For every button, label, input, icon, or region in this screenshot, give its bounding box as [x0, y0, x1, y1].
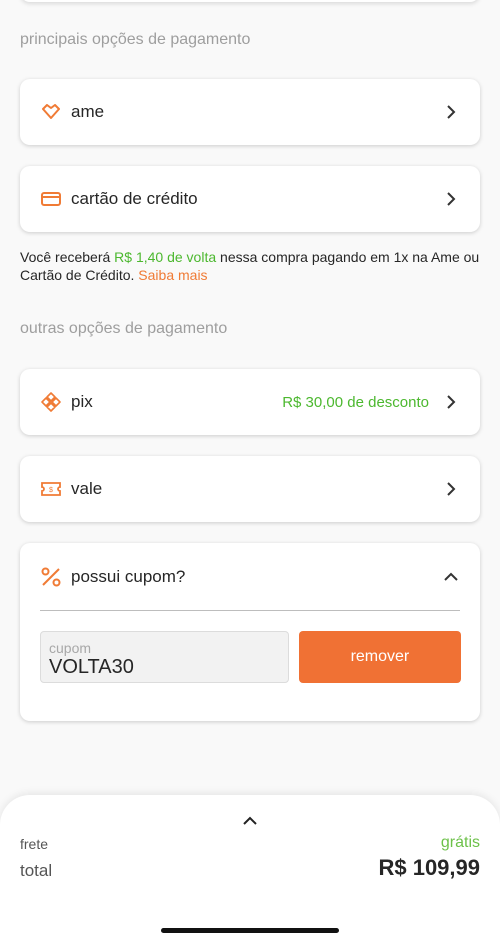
pix-icon	[40, 391, 62, 413]
voucher-icon: $	[40, 478, 62, 500]
order-summary-sheet: frete grátis total R$ 109,99	[0, 795, 500, 945]
coupon-input[interactable]	[49, 656, 280, 678]
payment-option-credit-card[interactable]: cartão de crédito	[20, 166, 480, 232]
shipping-value: grátis	[440, 834, 480, 851]
payment-option-pix[interactable]: pix R$ 30,00 de desconto	[20, 369, 480, 435]
credit-card-icon	[40, 188, 62, 210]
home-indicator	[161, 928, 339, 933]
percent-icon	[40, 566, 62, 588]
total-label: total	[20, 861, 53, 880]
coupon-field[interactable]: cupom	[40, 631, 289, 683]
other-options-title: outras opções de pagamento	[20, 320, 228, 337]
main-options-title: principais opções de pagamento	[20, 31, 251, 48]
svg-text:$: $	[49, 487, 53, 494]
pix-discount: R$ 30,00 de desconto	[282, 393, 429, 411]
cashback-amount: R$ 1,40 de volta	[114, 249, 217, 265]
chevron-up-icon[interactable]	[444, 570, 458, 584]
total-value: R$ 109,99	[378, 855, 480, 880]
coupon-header[interactable]: possui cupom?	[20, 543, 480, 610]
payment-option-ame[interactable]: ame	[20, 79, 480, 145]
cashback-prefix: Você receberá	[20, 249, 115, 265]
ame-heart-icon	[40, 101, 62, 123]
chevron-right-icon	[444, 105, 458, 119]
remove-coupon-button[interactable]: remover	[298, 631, 461, 683]
chevron-right-icon	[444, 395, 458, 409]
payment-option-label: vale	[71, 479, 103, 498]
cashback-info: Você receberá R$ 1,40 de volta nessa com…	[20, 248, 480, 284]
shipping-label: frete	[20, 836, 49, 852]
chevron-right-icon	[444, 482, 458, 496]
payment-option-label: pix	[71, 392, 93, 411]
chevron-up-icon[interactable]	[243, 813, 257, 831]
saiba-mais-link[interactable]: Saiba mais	[138, 267, 207, 283]
payment-option-label: ame	[71, 102, 105, 121]
chevron-right-icon	[444, 192, 458, 206]
payment-option-label: cartão de crédito	[71, 189, 198, 208]
previous-card-edge	[20, 0, 480, 2]
coupon-title: possui cupom?	[71, 566, 186, 586]
coupon-card: possui cupom? cupom remover	[20, 543, 480, 721]
coupon-field-label: cupom	[49, 640, 92, 656]
payment-option-vale[interactable]: $ vale	[20, 456, 480, 522]
